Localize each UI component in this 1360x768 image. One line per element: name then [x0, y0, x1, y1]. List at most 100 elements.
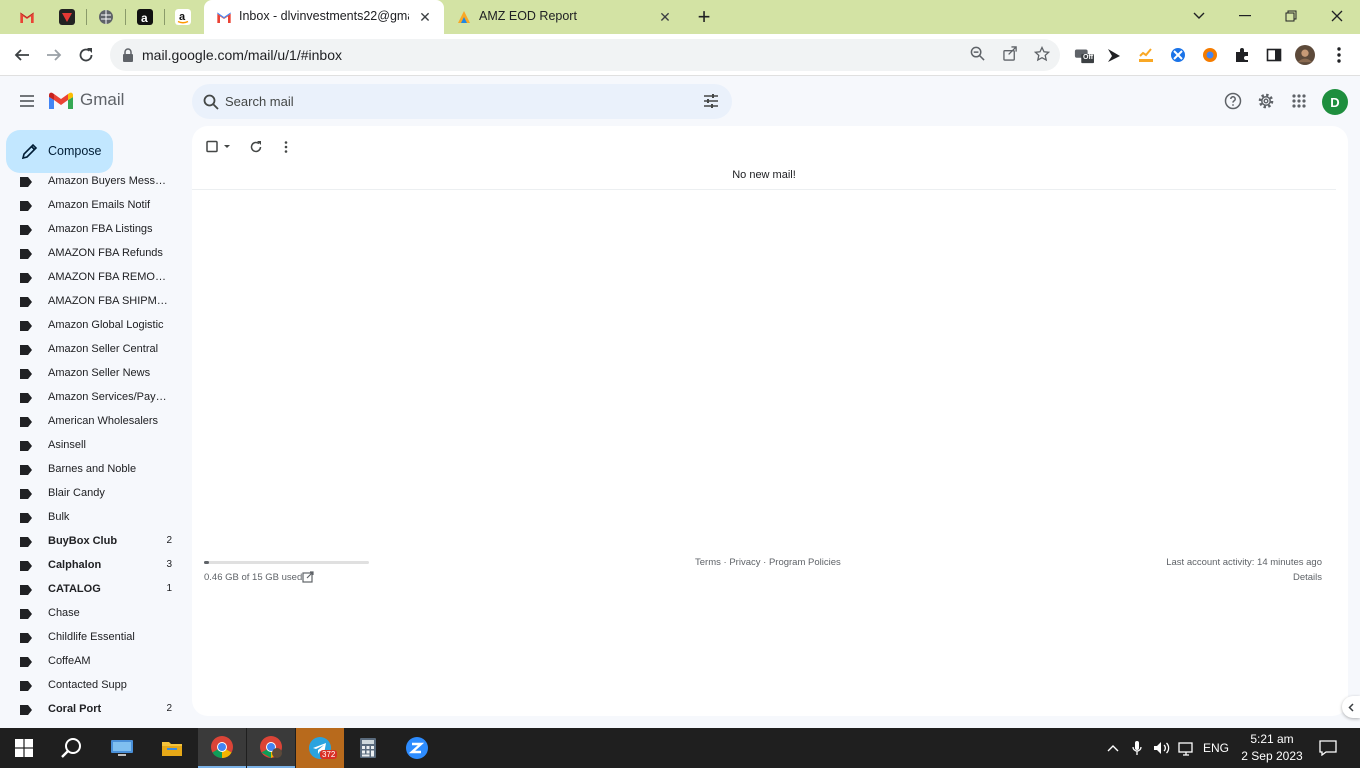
taskbar-chrome-1[interactable]: [198, 728, 246, 768]
reload-button[interactable]: [73, 42, 99, 68]
sidebar-label-item[interactable]: Amazon Buyers Messag...: [0, 176, 190, 194]
help-icon[interactable]: [1223, 91, 1243, 111]
gmail-logo-icon[interactable]: [48, 90, 74, 112]
storage-progress-fill: [204, 561, 209, 564]
search-options-icon[interactable]: [702, 92, 720, 110]
pinned-tab-amazon[interactable]: a: [168, 4, 198, 30]
sidebar-label-name: Contacted Supp: [48, 679, 127, 691]
new-tab-button[interactable]: +: [692, 5, 716, 29]
terms-link[interactable]: Terms: [695, 557, 721, 568]
open-in-new-icon[interactable]: [302, 571, 314, 583]
forward-button[interactable]: [41, 42, 67, 68]
sidebar-label-item[interactable]: AMAZON FBA REMOVAL: [0, 266, 190, 290]
gmail-wordmark[interactable]: Gmail: [80, 90, 124, 110]
search-input[interactable]: [225, 90, 675, 112]
calculator-icon: [360, 738, 376, 758]
tab-amz-eod-report[interactable]: AMZ EOD Report ✕: [444, 0, 684, 34]
sidebar-label-item[interactable]: Amazon Global Logistic: [0, 314, 190, 338]
details-link[interactable]: Details: [1293, 572, 1322, 583]
sidebar-label-item[interactable]: Calphalon 3: [0, 554, 190, 578]
refresh-icon[interactable]: [245, 136, 267, 158]
sidebar-label-item[interactable]: CATALOG 1: [0, 578, 190, 602]
sidebar-label-item[interactable]: Coral Port 2: [0, 698, 190, 720]
input-language-indicator[interactable]: ENG: [1200, 738, 1232, 758]
sidebar-label-item[interactable]: Amazon FBA Listings: [0, 218, 190, 242]
select-all-checkbox[interactable]: [202, 136, 234, 158]
pinned-tab-web[interactable]: [91, 4, 121, 30]
settings-gear-icon[interactable]: [1256, 91, 1276, 111]
taskbar-app-monitor[interactable]: [98, 728, 146, 768]
taskbar-file-explorer[interactable]: [148, 728, 196, 768]
label-tag-icon: [20, 705, 32, 715]
clock[interactable]: 5:21 am 2 Sep 2023: [1236, 731, 1308, 765]
sidebar-label-item[interactable]: Contacted Supp: [0, 674, 190, 698]
clock-date: 2 Sep 2023: [1241, 749, 1303, 763]
sidebar-label-item[interactable]: Asinsell: [0, 434, 190, 458]
compose-button[interactable]: Compose: [6, 130, 113, 173]
extension-off-icon[interactable]: Off: [1074, 45, 1094, 65]
show-hidden-icons-chevron-up-icon[interactable]: [1104, 738, 1122, 758]
network-icon[interactable]: [1176, 738, 1196, 758]
sidebar-label-item[interactable]: AMAZON FBA SHIPMEN...: [0, 290, 190, 314]
sidebar-label-item[interactable]: AMAZON FBA Refunds: [0, 242, 190, 266]
sidebar-label-item[interactable]: Amazon Seller Central: [0, 338, 190, 362]
privacy-link[interactable]: Privacy: [729, 557, 760, 568]
tab-search-chevron-icon[interactable]: [1176, 0, 1222, 32]
sidebar-label-count: 2: [166, 535, 172, 546]
sidebar-label-item[interactable]: Childlife Essential: [0, 626, 190, 650]
sidebar-label-item[interactable]: BuyBox Club 2: [0, 530, 190, 554]
close-icon[interactable]: ✕: [656, 8, 674, 26]
more-options-icon[interactable]: [275, 136, 297, 158]
pinned-tab-amazon-a[interactable]: a: [130, 4, 160, 30]
svg-text:a: a: [141, 11, 148, 25]
windows-logo-icon: [15, 739, 33, 757]
windows-taskbar: 372 ENG 5:21 am 2 Sep 2023: [0, 728, 1360, 768]
address-bar[interactable]: mail.google.com/mail/u/1/#inbox: [110, 39, 1060, 71]
tab-inbox[interactable]: Inbox - dlvinvestments22@gmail.com ✕: [204, 0, 444, 34]
sidebar-label-name: Amazon Services/Paym...: [48, 391, 170, 403]
close-window-button[interactable]: [1314, 0, 1360, 32]
sidebar-label-item[interactable]: CoffeAM: [0, 650, 190, 674]
notifications-icon[interactable]: [1318, 738, 1338, 758]
sidebar-label-item[interactable]: Barnes and Noble: [0, 458, 190, 482]
zoom-icon[interactable]: [968, 46, 986, 64]
taskbar-chrome-2[interactable]: [247, 728, 295, 768]
taskbar-zoom[interactable]: [393, 728, 441, 768]
chrome-menu-icon[interactable]: [1329, 45, 1349, 65]
profile-avatar[interactable]: [1295, 45, 1315, 65]
start-button[interactable]: [0, 728, 48, 768]
taskbar-search-button[interactable]: [48, 728, 96, 768]
orange-circle-extension-icon[interactable]: [1200, 45, 1220, 65]
pinned-tab-vpn[interactable]: [52, 4, 82, 30]
scout-extension-icon[interactable]: [1136, 45, 1156, 65]
minimize-button[interactable]: [1222, 0, 1268, 32]
back-button[interactable]: [9, 42, 35, 68]
share-icon[interactable]: [1001, 46, 1019, 64]
search-icon[interactable]: [202, 93, 220, 111]
search-bar[interactable]: [192, 84, 732, 119]
taskbar-calculator[interactable]: [344, 728, 392, 768]
pinned-tab-gmail[interactable]: [12, 4, 42, 30]
restore-button[interactable]: [1268, 0, 1314, 32]
arrow-extension-icon[interactable]: [1104, 45, 1124, 65]
account-avatar[interactable]: D: [1322, 89, 1348, 115]
sidebar-label-item[interactable]: Amazon Seller News: [0, 362, 190, 386]
google-apps-grid-icon[interactable]: [1289, 91, 1309, 111]
microphone-icon[interactable]: [1128, 738, 1146, 758]
sidebar-label-item[interactable]: Amazon Emails Notif: [0, 194, 190, 218]
sidebar-label-item[interactable]: American Wholesalers: [0, 410, 190, 434]
sidebar-label-item[interactable]: Bulk: [0, 506, 190, 530]
program-policies-link[interactable]: Program Policies: [769, 557, 841, 568]
sidebar-label-item[interactable]: Amazon Services/Paym...: [0, 386, 190, 410]
sidebar-label-item[interactable]: Blair Candy: [0, 482, 190, 506]
side-panel-icon[interactable]: [1264, 45, 1284, 65]
volume-icon[interactable]: [1152, 738, 1172, 758]
puzzle-extensions-icon[interactable]: [1232, 45, 1252, 65]
main-menu-icon[interactable]: [15, 89, 39, 113]
bookmark-star-icon[interactable]: [1033, 45, 1051, 64]
sidebar-label-item[interactable]: Chase: [0, 602, 190, 626]
taskbar-telegram[interactable]: 372: [296, 728, 344, 768]
blue-circle-extension-icon[interactable]: [1168, 45, 1188, 65]
close-icon[interactable]: ✕: [416, 8, 434, 26]
show-side-panel-button[interactable]: [1342, 696, 1360, 718]
